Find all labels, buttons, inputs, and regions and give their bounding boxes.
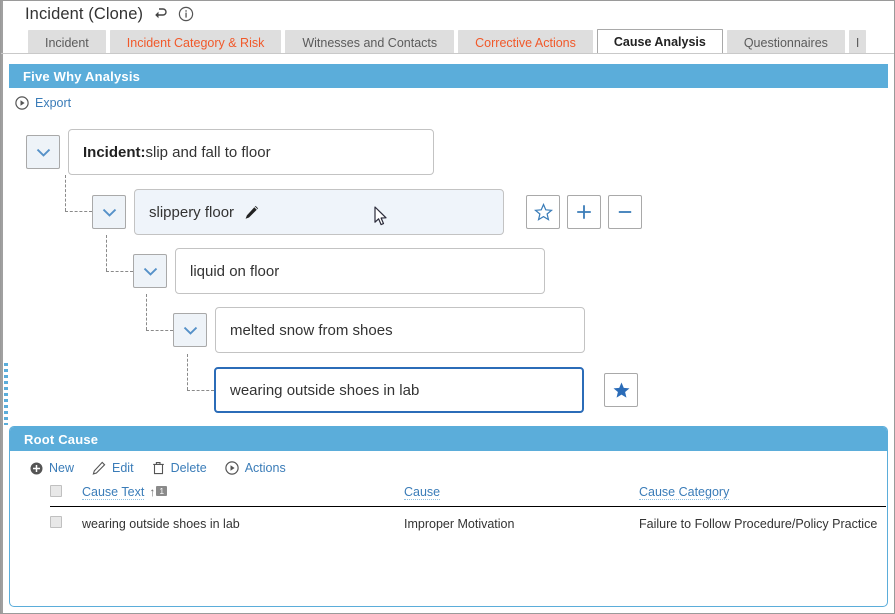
tree-connector [146,330,173,331]
tab-overflow[interactable]: I [848,30,867,54]
page-header: Incident (Clone) [1,1,894,27]
tree-node-box-root-cause[interactable]: wearing outside shoes in lab [214,367,584,413]
tree-node-level-2: liquid on floor [133,248,545,294]
root-cause-section-header: Root Cause [10,427,887,451]
tree-toggle-level-1[interactable] [92,195,126,229]
info-circle-icon[interactable] [178,6,194,22]
tree-node-prefix: Incident: [83,143,146,161]
actions-button[interactable]: Actions [225,461,286,475]
column-header-label: Cause Text [82,485,145,500]
undo-arrow-icon[interactable] [152,6,169,23]
tab-strip: Incident Incident Category & Risk Witnes… [1,29,894,54]
select-all-checkbox[interactable] [50,485,62,497]
cell-cause: Improper Motivation [404,516,515,531]
root-cause-table: Cause Text ↑ 1 Cause Cause Category wearin… [50,485,886,540]
tab-corrective-actions[interactable]: Corrective Actions [458,30,593,54]
edit-button[interactable]: Edit [92,461,134,475]
tree-connector [65,175,66,211]
cell-cause-category: Failure to Follow Procedure/Policy Pract… [639,516,878,531]
new-button[interactable]: New [30,461,74,475]
tree-connector [65,211,92,212]
tree-connector [146,294,147,330]
tree-connector [106,235,107,271]
trash-icon [152,461,165,475]
vertical-scroll-indicator[interactable] [4,363,8,425]
plus-circle-icon [30,462,43,475]
tab-incident[interactable]: Incident [28,30,106,54]
tree-node-level-0: Incident: slip and fall to floor [26,129,434,175]
star-outline-icon[interactable] [526,195,560,229]
tree-node-box-melted-snow[interactable]: melted snow from shoes [215,307,585,353]
plus-icon[interactable] [567,195,601,229]
tree-connector [106,271,133,272]
five-why-tree: Incident: slip and fall to floor slipper… [1,123,894,423]
table-header-row: Cause Text ↑ 1 Cause Cause Category [50,485,886,507]
table-row[interactable]: wearing outside shoes in lab Improper Mo… [50,507,886,541]
tree-toggle-level-0[interactable] [26,135,60,169]
column-header-label: Cause [404,485,441,500]
new-label: New [49,461,75,475]
tree-node-box-liquid-on-floor[interactable]: liquid on floor [175,248,545,294]
play-circle-icon [15,96,29,110]
tab-strip-divider [1,53,894,54]
five-why-section-header: Five Why Analysis [9,64,888,88]
row-select-cell [50,507,82,541]
tab-witnesses-and-contacts[interactable]: Witnesses and Contacts [285,30,455,54]
column-header-cause-text[interactable]: Cause Text ↑ 1 [82,485,404,507]
pencil-icon[interactable] [243,204,260,221]
tree-node-box-slippery-floor[interactable]: slippery floor [134,189,504,235]
tree-node-text: wearing outside shoes in lab [230,381,420,399]
tab-incident-category-risk[interactable]: Incident Category & Risk [109,30,282,54]
sort-ascending-icon: ↑ [149,485,156,499]
tree-node-actions [526,195,642,229]
tree-node-text: slip and fall to floor [145,143,271,161]
delete-label: Delete [170,461,207,475]
column-header-cause[interactable]: Cause [404,485,639,507]
star-filled-icon[interactable] [604,373,638,407]
root-cause-panel: Root Cause New Edit Delete Actions Cause… [9,426,888,607]
root-cause-toolbar: New Edit Delete Actions [30,458,286,478]
tree-toggle-level-2[interactable] [133,254,167,288]
play-circle-icon [225,461,239,475]
tree-connector [187,390,214,391]
tab-cause-analysis[interactable]: Cause Analysis [596,29,723,54]
tree-node-level-1: slippery floor [92,189,642,235]
row-checkbox[interactable] [50,516,62,528]
tree-toggle-level-3[interactable] [173,313,207,347]
tree-node-text: slippery floor [149,203,235,221]
actions-label: Actions [244,461,286,475]
sort-order-badge: 1 [156,486,168,496]
tree-connector [187,354,188,390]
five-why-section-title: Five Why Analysis [23,68,141,84]
delete-button[interactable]: Delete [152,461,207,475]
select-all-header [50,485,82,507]
cell-cause-text: wearing outside shoes in lab [82,516,240,531]
tree-node-text: melted snow from shoes [230,321,393,339]
tree-node-level-3: melted snow from shoes [173,307,585,353]
column-header-cause-category[interactable]: Cause Category [639,485,886,507]
page-title: Incident (Clone) [25,4,144,23]
export-button[interactable]: Export [15,96,71,110]
five-why-toolbar: Export [15,93,71,113]
export-label: Export [35,96,72,110]
tree-node-box-incident[interactable]: Incident: slip and fall to floor [68,129,434,175]
tree-node-level-4: wearing outside shoes in lab [214,367,638,413]
pencil-icon [92,461,106,475]
root-cause-section-title: Root Cause [24,431,99,447]
incident-cause-analysis-page: Incident (Clone) Incident Incident Categ… [0,0,895,614]
column-header-label: Cause Category [639,485,730,500]
tree-node-text: liquid on floor [190,262,280,280]
tab-questionnaires[interactable]: Questionnaires [726,30,845,54]
minus-icon[interactable] [608,195,642,229]
edit-label: Edit [112,461,134,475]
